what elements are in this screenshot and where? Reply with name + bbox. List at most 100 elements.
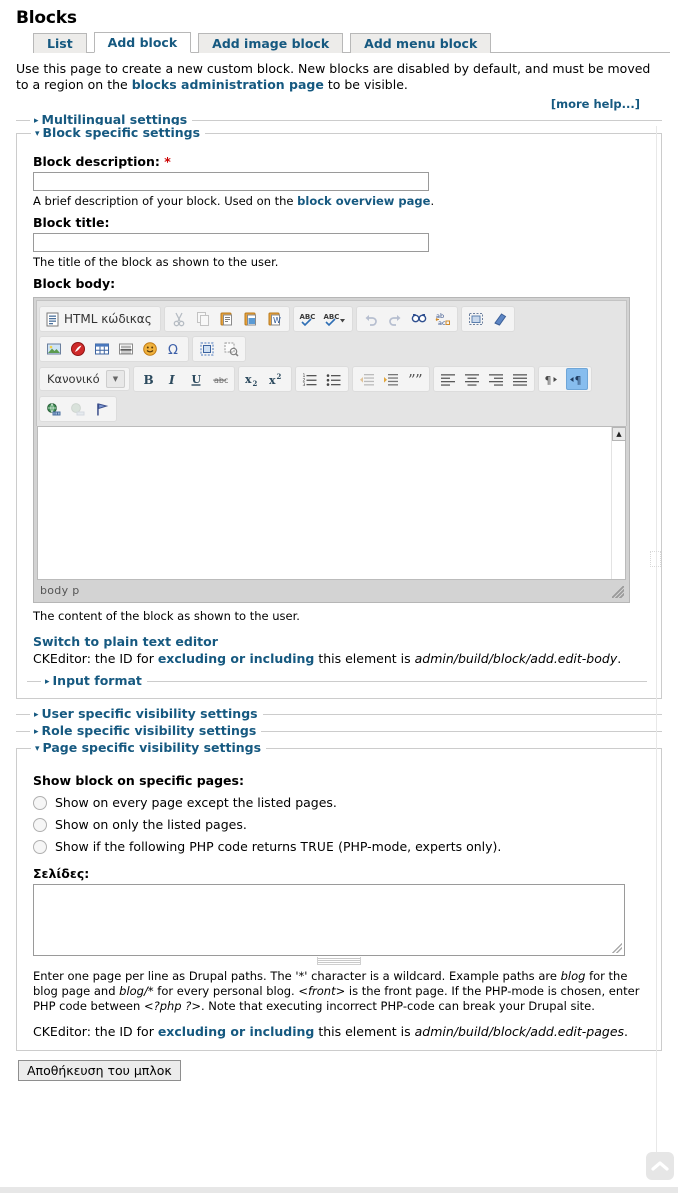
fieldset-role-visibility[interactable]: ▸ Role specific visibility settings — [16, 723, 662, 738]
chevron-down-icon: ▾ — [35, 744, 40, 754]
align-right-button[interactable] — [485, 368, 507, 390]
fieldset-input-format-legend[interactable]: ▸ Input format — [41, 673, 147, 688]
radio-row-only-listed[interactable]: Show on only the listed pages. — [33, 817, 651, 832]
find-button[interactable] — [408, 308, 430, 330]
fieldset-page-visibility-legend[interactable]: ▾ Page specific visibility settings — [31, 740, 267, 755]
more-help-link[interactable]: [more help...] — [8, 97, 640, 111]
pages-help-3: for every personal blog. — [153, 984, 299, 998]
excluding-including-pages-link[interactable]: excluding or including — [158, 1024, 315, 1039]
switch-to-plain-text-editor-link[interactable]: Switch to plain text editor — [33, 634, 651, 649]
bold-button[interactable]: B — [137, 368, 159, 390]
block-title-input[interactable] — [33, 233, 429, 252]
tab-add-block[interactable]: Add block — [93, 32, 192, 53]
link-button[interactable] — [43, 398, 65, 420]
paste-from-word-button[interactable]: W — [264, 308, 286, 330]
outdent-button[interactable] — [356, 368, 378, 390]
indent-button[interactable] — [380, 368, 402, 390]
text-direction-rtl-button[interactable]: ¶ — [542, 368, 564, 390]
undo-icon — [363, 311, 379, 327]
flash-button[interactable] — [67, 338, 89, 360]
link-icon — [46, 402, 63, 417]
tab-list[interactable]: List — [33, 33, 87, 53]
radio-every-page[interactable] — [33, 795, 47, 810]
spellcheck-button[interactable]: ABC — [297, 308, 319, 330]
blocks-administration-page-link[interactable]: blocks administration page — [132, 77, 324, 92]
italic-button[interactable]: I — [161, 368, 183, 390]
pages-help-blog: blog — [560, 969, 586, 983]
fieldset-multilingual-settings[interactable]: ▸ Multilingual settings — [16, 112, 662, 127]
back-to-top-button[interactable] — [646, 1152, 674, 1180]
paragraph-format-select[interactable]: Κανονικό ▼ — [42, 369, 127, 389]
radio-row-php[interactable]: Show if the following PHP code returns T… — [33, 839, 651, 854]
ckeditor-scrollbar[interactable]: ▲ — [611, 427, 626, 579]
fieldset-input-format[interactable]: ▸ Input format — [27, 673, 647, 688]
undo-button[interactable] — [360, 308, 382, 330]
redo-button[interactable] — [384, 308, 406, 330]
underline-button[interactable]: U — [185, 368, 207, 390]
radio-php-mode-label[interactable]: Show if the following PHP code returns T… — [55, 839, 501, 854]
radio-every-page-label[interactable]: Show on every page except the listed pag… — [55, 795, 337, 810]
fieldset-block-specific-legend[interactable]: ▾ Block specific settings — [31, 125, 206, 140]
align-left-button[interactable] — [437, 368, 459, 390]
copy-icon — [195, 311, 211, 327]
svg-text:x: x — [245, 373, 252, 386]
ckeditor-content-area[interactable]: ▲ — [37, 426, 626, 580]
image-button[interactable] — [43, 338, 65, 360]
block-title-help: The title of the block as shown to the u… — [33, 255, 279, 269]
image-icon — [46, 341, 62, 357]
ckeditor-body-id-note: CKEditor: the ID for excluding or includ… — [33, 651, 651, 667]
subscript-button[interactable]: x2 — [242, 368, 264, 390]
scayt-button[interactable]: ABC — [321, 308, 349, 330]
radio-row-every-page[interactable]: Show on every page except the listed pag… — [33, 795, 651, 810]
element-path-text[interactable]: body p — [40, 584, 79, 597]
block-description-input[interactable] — [33, 172, 429, 191]
special-character-button[interactable]: Ω — [163, 338, 185, 360]
cut-icon — [171, 311, 187, 327]
show-blocks-button[interactable] — [220, 338, 242, 360]
numbered-list-button[interactable]: 123 — [299, 368, 321, 390]
fieldset-user-visibility[interactable]: ▸ User specific visibility settings — [16, 706, 662, 721]
bulleted-list-button[interactable] — [323, 368, 345, 390]
fieldset-user-visibility-legend[interactable]: ▸ User specific visibility settings — [30, 706, 263, 721]
replace-button[interactable]: ab ac — [432, 308, 454, 330]
save-block-button[interactable]: Αποθήκευση του μπλοκ — [18, 1060, 181, 1081]
toolbar-row-3: Κανονικό ▼ B I U abc x 2 x 2 1 2 3 ” ” ¶… — [39, 364, 624, 394]
show-blocks-icon — [223, 341, 239, 357]
textarea-drag-handle[interactable] — [317, 957, 361, 965]
pages-textarea[interactable] — [33, 884, 625, 956]
paste-as-text-button[interactable] — [240, 308, 262, 330]
unlink-button[interactable] — [67, 398, 89, 420]
align-justify-button[interactable] — [509, 368, 531, 390]
excluding-including-body-link[interactable]: excluding or including — [158, 651, 315, 666]
strikethrough-button[interactable]: abc — [209, 368, 231, 390]
table-button[interactable] — [91, 338, 113, 360]
horizontal-rule-button[interactable] — [115, 338, 137, 360]
fieldset-role-visibility-legend[interactable]: ▸ Role specific visibility settings — [30, 723, 262, 738]
paste-button[interactable] — [216, 308, 238, 330]
select-all-button[interactable] — [465, 308, 487, 330]
anchor-button[interactable] — [91, 398, 113, 420]
svg-text:W: W — [273, 316, 281, 325]
text-direction-ltr-button[interactable]: ¶ — [566, 368, 588, 390]
radio-only-listed-label[interactable]: Show on only the listed pages. — [55, 817, 247, 832]
blockquote-button[interactable]: ”” — [404, 368, 426, 390]
copy-button[interactable] — [192, 308, 214, 330]
align-center-button[interactable] — [461, 368, 483, 390]
radio-only-listed[interactable] — [33, 817, 47, 832]
tab-add-menu-block[interactable]: Add menu block — [350, 33, 492, 53]
toolbar-group-document: HTML κώδικας — [39, 306, 161, 332]
smiley-button[interactable] — [139, 338, 161, 360]
block-overview-page-link[interactable]: block overview page — [297, 194, 430, 208]
source-button[interactable]: HTML κώδικας — [42, 308, 158, 330]
tab-add-image-block[interactable]: Add image block — [198, 33, 344, 53]
paste-word-icon: W — [267, 311, 283, 327]
scroll-up-icon[interactable]: ▲ — [612, 427, 626, 441]
cut-button[interactable] — [168, 308, 190, 330]
textarea-resize-grip[interactable] — [612, 943, 622, 953]
superscript-button[interactable]: x2 — [266, 368, 288, 390]
svg-text:¶: ¶ — [545, 374, 552, 387]
remove-format-button[interactable] — [489, 308, 511, 330]
page-break-button[interactable] — [196, 338, 218, 360]
radio-php-mode[interactable] — [33, 839, 47, 854]
resize-grip[interactable] — [612, 586, 624, 598]
